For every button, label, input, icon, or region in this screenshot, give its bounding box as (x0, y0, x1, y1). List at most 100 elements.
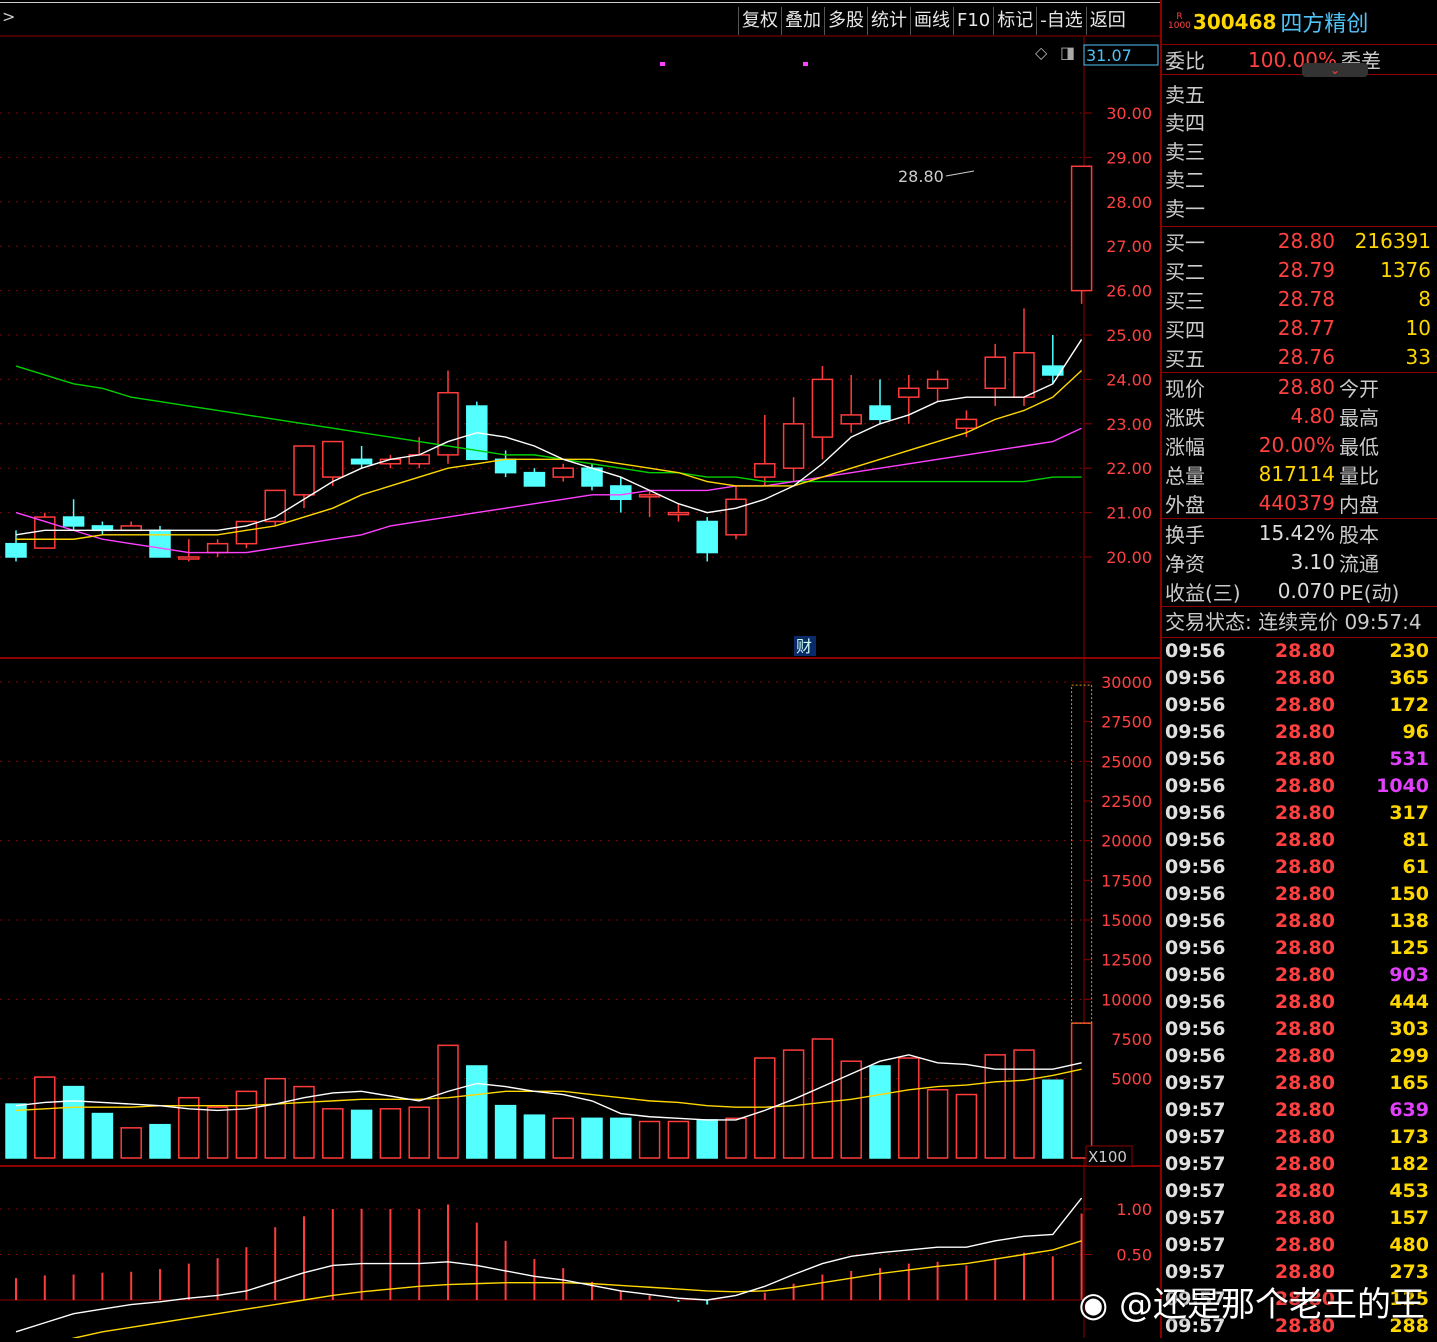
tick-row[interactable]: 09:56 28.80 150 (1162, 881, 1437, 908)
tick-volume: 172 (1389, 694, 1429, 716)
toolbar-btn-6[interactable]: 标记 (993, 7, 1036, 35)
stat-row: 总量 817114 量比 (1162, 460, 1437, 489)
chart-toolbar: 复权 叠加 多股 统计 画线 F10 标记 -自选 返回 (738, 7, 1129, 35)
tick-volume: 531 (1389, 748, 1429, 770)
sell-row-2[interactable]: 卖二 (1162, 165, 1437, 194)
kline-chart[interactable]: > 30.00 29.00 28.00 27.00 26.00 25.00 24.00 23.… (0, 0, 1160, 1342)
tick-volume: 173 (1389, 1126, 1429, 1148)
tick-row[interactable]: 09:56 28.80 81 (1162, 827, 1437, 854)
stock-code[interactable]: 300468 (1193, 10, 1277, 34)
stat-label: 涨跌 (1165, 405, 1205, 430)
stat-value: 817114 (1258, 462, 1335, 486)
tick-price: 28.80 (1274, 883, 1335, 905)
tick-time: 09:57 (1165, 1072, 1226, 1094)
candle (754, 414, 776, 486)
price-tick-label: 22.00 (1106, 459, 1152, 478)
tick-price: 28.80 (1274, 1099, 1335, 1121)
buy-row-1[interactable]: 买一 28.80 216391 (1162, 227, 1437, 256)
toolbar-btn-3[interactable]: 统计 (867, 7, 910, 35)
tick-row[interactable]: 09:56 28.80 317 (1162, 800, 1437, 827)
stock-name[interactable]: 四方精创 (1280, 6, 1368, 38)
tick-row[interactable]: 09:57 28.80 480 (1162, 1232, 1437, 1259)
tick-volume: 138 (1389, 910, 1429, 932)
stat-row: 收益(三) 0.070 PE(动) (1162, 577, 1437, 606)
panel-toggle-icon[interactable]: ◨ (1060, 43, 1075, 62)
tick-row[interactable]: 09:56 28.80 96 (1162, 719, 1437, 746)
candle-body (1013, 352, 1035, 398)
tick-row[interactable]: 09:56 28.80 365 (1162, 665, 1437, 692)
tick-row[interactable]: 09:56 28.80 903 (1162, 962, 1437, 989)
sell-row-3[interactable]: 卖三 (1162, 136, 1437, 165)
sell-label: 卖四 (1165, 111, 1205, 136)
tick-list[interactable]: 09:56 28.80 230 09:56 28.80 365 09:56 28.80 172 0… (1162, 638, 1437, 1340)
tick-row[interactable]: 09:57 28.80 639 (1162, 1097, 1437, 1124)
tick-volume: 303 (1389, 1018, 1429, 1040)
toolbar-btn-0[interactable]: 复权 (738, 7, 781, 35)
buy-row-5[interactable]: 买五 28.76 33 (1162, 343, 1437, 372)
tick-row[interactable]: 09:57 28.80 453 (1162, 1178, 1437, 1205)
tick-row[interactable]: 09:56 28.80 444 (1162, 989, 1437, 1016)
volume-bar (235, 1090, 258, 1159)
candle (869, 379, 891, 424)
volume-bar (91, 1112, 114, 1159)
buy-row-2[interactable]: 买二 28.79 1376 (1162, 256, 1437, 285)
toolbar-btn-8[interactable]: 返回 (1085, 7, 1129, 35)
buy-volume: 8 (1418, 287, 1431, 311)
volume-bar (725, 1117, 747, 1159)
tick-row[interactable]: 09:57 28.80 182 (1162, 1151, 1437, 1178)
buy-price: 28.77 (1277, 316, 1335, 340)
chart-area[interactable]: > 30.00 29.00 28.00 27.00 26.00 25.00 24.00 23.… (0, 0, 1160, 1342)
tick-row[interactable]: 09:56 28.80 172 (1162, 692, 1437, 719)
candle-body (523, 471, 546, 487)
sell-row-1[interactable]: 卖一 (1162, 193, 1437, 222)
collapse-chevron-icon[interactable]: ⌄ (1302, 63, 1368, 77)
toolbar-btn-5[interactable]: F10 (953, 7, 993, 35)
tick-row[interactable]: 09:56 28.80 531 (1162, 746, 1437, 773)
stat-label-2: 最高 (1339, 405, 1379, 430)
volume-tick-label: 10000 (1101, 990, 1152, 1009)
toolbar-btn-4[interactable]: 画线 (910, 7, 953, 35)
volume-bar (984, 1054, 1006, 1159)
diamond-icon[interactable]: ◇ (1035, 43, 1048, 62)
candle-body (984, 356, 1006, 390)
watermark: ◉ @还是那个老王的王 (1078, 1285, 1425, 1325)
tick-row[interactable]: 09:56 28.80 125 (1162, 935, 1437, 962)
buy-row-4[interactable]: 买四 28.77 10 (1162, 314, 1437, 343)
tick-volume: 61 (1402, 856, 1429, 878)
toolbar-btn-2[interactable]: 多股 (824, 7, 867, 35)
buy-row-3[interactable]: 买三 28.78 8 (1162, 285, 1437, 314)
candle (437, 370, 459, 464)
tick-row[interactable]: 09:56 28.80 61 (1162, 854, 1437, 881)
tick-row[interactable]: 09:56 28.80 303 (1162, 1016, 1437, 1043)
toolbar-btn-7[interactable]: -自选 (1036, 7, 1086, 35)
tick-row[interactable]: 09:56 28.80 299 (1162, 1043, 1437, 1070)
price-tick-label: 30.00 (1106, 104, 1152, 123)
stat-label: 收益(三) (1165, 580, 1241, 605)
high-price-leader (945, 170, 975, 177)
nav-arrow-icon[interactable]: > (2, 7, 15, 26)
buy-volume: 33 (1405, 345, 1431, 369)
sell-row-4[interactable]: 卖四 (1162, 108, 1437, 137)
toolbar-btn-1[interactable]: 叠加 (781, 7, 824, 35)
tick-row[interactable]: 09:56 28.80 230 (1162, 638, 1437, 665)
volume-bar (926, 1089, 949, 1159)
tick-row[interactable]: 09:57 28.80 173 (1162, 1124, 1437, 1151)
volume-bar (667, 1120, 690, 1159)
tick-row[interactable]: 09:57 28.80 165 (1162, 1070, 1437, 1097)
stat-label-2: 内盘 (1339, 492, 1379, 517)
stat-label-2: 股本 (1339, 522, 1379, 547)
sell-row-5[interactable]: 卖五 (1162, 79, 1437, 108)
tick-row[interactable]: 09:56 28.80 1040 (1162, 773, 1437, 800)
tick-price: 28.80 (1274, 748, 1335, 770)
tick-volume: 96 (1402, 721, 1429, 743)
tick-row[interactable]: 09:56 28.80 138 (1162, 908, 1437, 935)
tick-volume: 365 (1389, 667, 1429, 689)
price-tick-label: 29.00 (1106, 148, 1152, 167)
volume-tick-label: 17500 (1101, 871, 1152, 890)
tick-time: 09:56 (1165, 991, 1226, 1013)
tick-row[interactable]: 09:57 28.80 157 (1162, 1205, 1437, 1232)
fin-marker[interactable]: 财 (796, 637, 812, 656)
sell-label: 卖一 (1165, 196, 1205, 221)
stat-row: 涨跌 4.80 最高 (1162, 402, 1437, 431)
tick-price: 28.80 (1274, 1045, 1335, 1067)
